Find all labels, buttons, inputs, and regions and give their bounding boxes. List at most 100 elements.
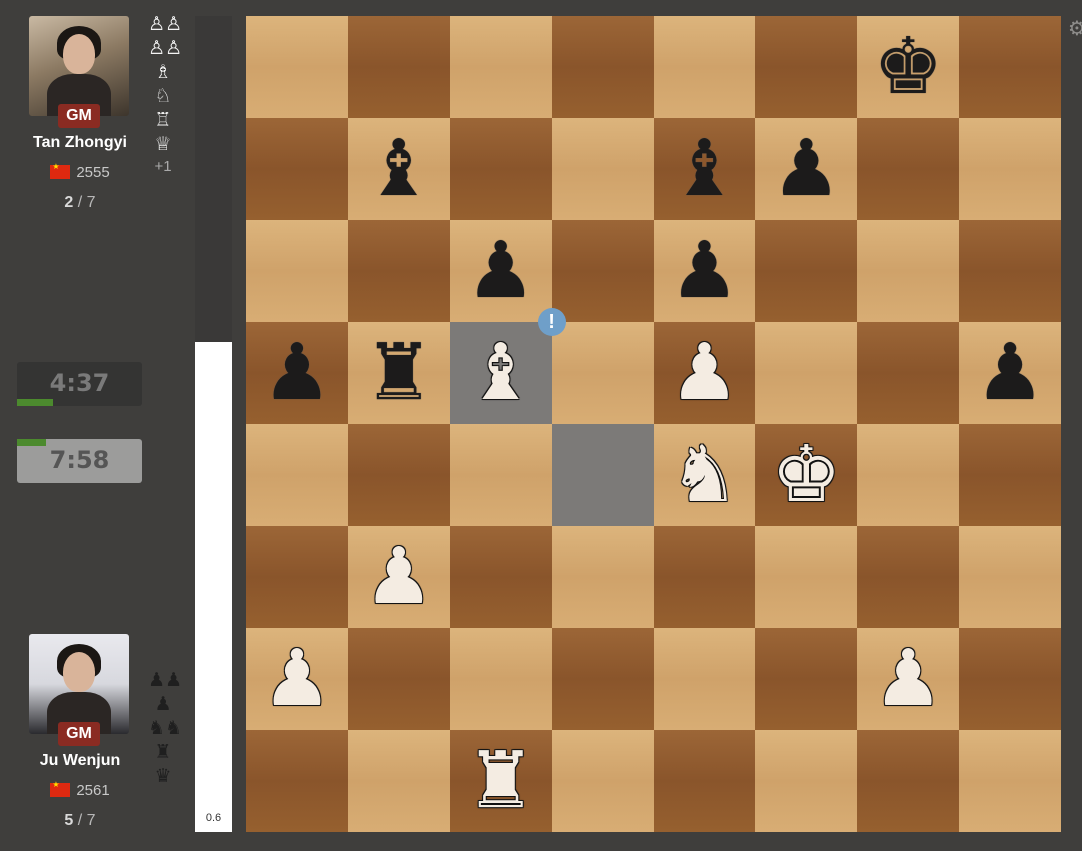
square-d6[interactable] (551, 220, 654, 322)
white-king-icon[interactable]: ♚ (771, 436, 841, 514)
square-c7[interactable] (449, 118, 552, 220)
square-c1[interactable]: ♜ (449, 730, 552, 832)
title-badge: GM (58, 722, 100, 746)
black-rook-icon[interactable]: ♜ (364, 334, 434, 412)
square-b1[interactable] (347, 730, 450, 832)
square-b2[interactable] (347, 628, 450, 730)
square-h1[interactable] (959, 730, 1061, 832)
square-a5[interactable]: ♟ (246, 322, 348, 424)
black-bishop-icon[interactable]: ♝ (669, 130, 739, 208)
black-king-icon[interactable]: ♚ (873, 28, 943, 106)
player-name[interactable]: Ju Wenjun (0, 752, 160, 770)
captured-queen-icon: ♕ (154, 133, 172, 155)
move-annotation-badge: ! (537, 308, 566, 336)
player-photo (29, 634, 129, 734)
square-g7[interactable] (857, 118, 960, 220)
square-h3[interactable] (959, 526, 1061, 628)
white-pawn-icon[interactable]: ♟ (669, 334, 739, 412)
square-f3[interactable] (755, 526, 858, 628)
clock-bottom: 7:58 (17, 439, 142, 483)
square-h4[interactable] (959, 424, 1061, 526)
square-g1[interactable] (857, 730, 960, 832)
square-a7[interactable] (246, 118, 348, 220)
square-f1[interactable] (755, 730, 858, 832)
square-a2[interactable]: ♟ (246, 628, 348, 730)
square-b5[interactable]: ♜ (347, 322, 450, 424)
square-f6[interactable] (755, 220, 858, 322)
square-f5[interactable] (755, 322, 858, 424)
square-h7[interactable] (959, 118, 1061, 220)
black-pawn-icon[interactable]: ♟ (975, 334, 1045, 412)
square-g5[interactable] (857, 322, 960, 424)
score-row: 5 / 7 (0, 812, 160, 830)
square-b4[interactable] (347, 424, 450, 526)
square-e6[interactable]: ♟ (653, 220, 756, 322)
clock-top: 4:37 (17, 362, 142, 406)
white-rook-icon[interactable]: ♜ (466, 742, 536, 820)
square-b6[interactable] (347, 220, 450, 322)
square-h6[interactable] (959, 220, 1061, 322)
square-e2[interactable] (653, 628, 756, 730)
square-c4[interactable] (449, 424, 552, 526)
square-f2[interactable] (755, 628, 858, 730)
square-b3[interactable]: ♟ (347, 526, 450, 628)
black-bishop-icon[interactable]: ♝ (364, 130, 434, 208)
clock-progress-bar (17, 439, 46, 446)
black-pawn-icon[interactable]: ♟ (466, 232, 536, 310)
square-a8[interactable] (246, 16, 348, 118)
square-a3[interactable] (246, 526, 348, 628)
square-g3[interactable] (857, 526, 960, 628)
square-d4[interactable] (551, 424, 654, 526)
square-a4[interactable] (246, 424, 348, 526)
gear-icon[interactable]: ⚙ (1068, 18, 1082, 38)
square-b7[interactable]: ♝ (347, 118, 450, 220)
square-f7[interactable]: ♟ (755, 118, 858, 220)
black-pawn-icon[interactable]: ♟ (771, 130, 841, 208)
white-pawn-icon[interactable]: ♟ (873, 640, 943, 718)
rating-row: 2555 (0, 162, 160, 181)
square-c3[interactable] (449, 526, 552, 628)
square-e1[interactable] (653, 730, 756, 832)
square-c2[interactable] (449, 628, 552, 730)
player-name[interactable]: Tan Zhongyi (0, 134, 160, 152)
captured-pawn-icon: ♟ (154, 693, 172, 715)
square-c6[interactable]: ♟ (449, 220, 552, 322)
square-d1[interactable] (551, 730, 654, 832)
captured-rook-icon: ♜ (154, 741, 172, 763)
square-g2[interactable]: ♟ (857, 628, 960, 730)
square-d5[interactable] (551, 322, 654, 424)
white-pawn-icon[interactable]: ♟ (262, 640, 332, 718)
square-h2[interactable] (959, 628, 1061, 730)
square-e7[interactable]: ♝ (653, 118, 756, 220)
square-b8[interactable] (347, 16, 450, 118)
square-g6[interactable] (857, 220, 960, 322)
captured-pawns-icon: ♙♙ (148, 37, 183, 59)
square-h5[interactable]: ♟ (959, 322, 1061, 424)
square-g8[interactable]: ♚ (857, 16, 960, 118)
evaluation-bar-black-share (195, 16, 232, 343)
white-knight-icon[interactable]: ♞ (669, 436, 739, 514)
black-pawn-icon[interactable]: ♟ (669, 232, 739, 310)
square-g4[interactable] (857, 424, 960, 526)
square-c5[interactable]: ♝! (449, 308, 566, 424)
square-a6[interactable] (246, 220, 348, 322)
square-d8[interactable] (551, 16, 654, 118)
white-pawn-icon[interactable]: ♟ (364, 538, 434, 616)
square-e4[interactable]: ♞ (653, 424, 756, 526)
player-score: 2 (64, 194, 74, 211)
white-bishop-icon[interactable]: ♝ (466, 334, 536, 412)
square-h8[interactable] (959, 16, 1061, 118)
square-e8[interactable] (653, 16, 756, 118)
square-a1[interactable] (246, 730, 348, 832)
square-c8[interactable] (449, 16, 552, 118)
square-f4[interactable]: ♚ (755, 424, 858, 526)
square-d2[interactable] (551, 628, 654, 730)
square-d3[interactable] (551, 526, 654, 628)
square-e3[interactable] (653, 526, 756, 628)
black-pawn-icon[interactable]: ♟ (262, 334, 332, 412)
square-d7[interactable] (551, 118, 654, 220)
chess-board[interactable]: ♚ ♝ ♝ ♟ ♟ ♟ ♟ ♜ ♝! ♟ ♟ ♞ ♚ ♟ ♟ ♟ ♜ (246, 16, 1061, 832)
captured-pawns-icon: ♟♟ (148, 669, 183, 691)
square-f8[interactable] (755, 16, 858, 118)
square-e5[interactable]: ♟ (653, 322, 756, 424)
